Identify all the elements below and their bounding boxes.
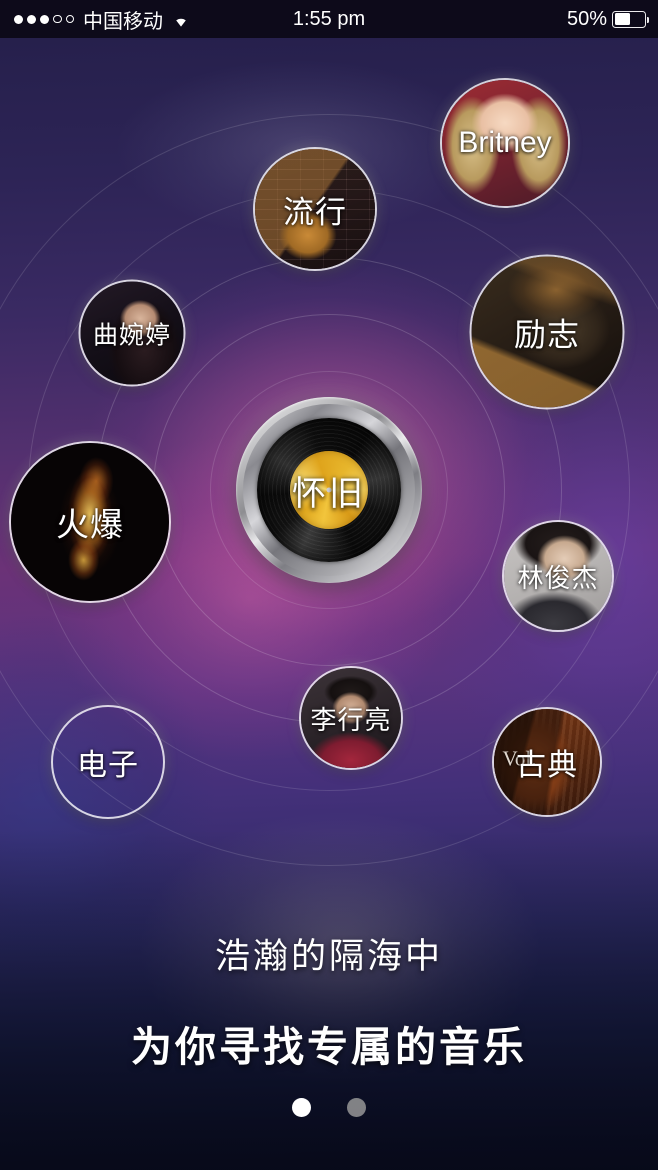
category-bubble-gudian[interactable]: Vol. 古典 xyxy=(492,707,602,817)
page-dot-1[interactable] xyxy=(292,1098,311,1117)
bubble-label: 古典 xyxy=(516,749,578,782)
tagline-line-1: 浩瀚的隔海中 xyxy=(214,937,443,976)
category-bubble-lizhi[interactable]: 励志 xyxy=(469,254,625,410)
bubble-label: 流行 xyxy=(283,194,347,230)
bubble-label: 励志 xyxy=(513,316,580,352)
page-dot-2[interactable] xyxy=(347,1098,366,1117)
bubble-label: 电子 xyxy=(77,749,139,782)
status-bar-right: 50% xyxy=(566,0,649,38)
category-bubble-pop[interactable]: 流行 xyxy=(253,147,377,271)
category-bubble-linjunjie[interactable]: 林俊杰 xyxy=(502,520,614,632)
app-screen: 中国移动 1:55 pm 50% Britney 流行 曲婉婷 励志 火爆 林俊… xyxy=(0,0,658,1170)
clock-label: 1:55 pm xyxy=(292,8,366,30)
category-bubble-britney[interactable]: Britney xyxy=(440,78,570,208)
tagline-line-2: 为你寻找专属的音乐 xyxy=(131,1024,527,1070)
center-vinyl-disc[interactable]: 怀旧 xyxy=(236,397,422,583)
category-bubble-huobao[interactable]: 火爆 xyxy=(9,441,171,603)
bubble-label: Britney xyxy=(458,126,552,159)
battery-icon xyxy=(612,10,649,28)
bubble-label: 李行亮 xyxy=(310,704,392,735)
bubble-label: 火爆 xyxy=(56,506,124,543)
battery-percent-label: 50% xyxy=(566,7,607,30)
page-indicator xyxy=(0,1098,658,1117)
category-bubble-quwanting[interactable]: 曲婉婷 xyxy=(78,279,186,387)
status-bar: 中国移动 1:55 pm 50% xyxy=(0,0,658,38)
category-bubble-dianzi[interactable]: 电子 xyxy=(51,705,165,819)
background-stage: Britney 流行曲婉婷 励志火爆林俊杰李行亮电子 Vol. 古典 怀旧 浩瀚的隔海中… xyxy=(0,38,658,1170)
bubble-label: 林俊杰 xyxy=(517,562,599,593)
bubble-label: 曲婉婷 xyxy=(92,321,171,349)
center-category-label: 怀旧 xyxy=(292,474,366,513)
category-bubble-lixingliang[interactable]: 李行亮 xyxy=(299,666,403,770)
tagline-block: 浩瀚的隔海中 为你寻找专属的音乐 xyxy=(0,928,658,1073)
